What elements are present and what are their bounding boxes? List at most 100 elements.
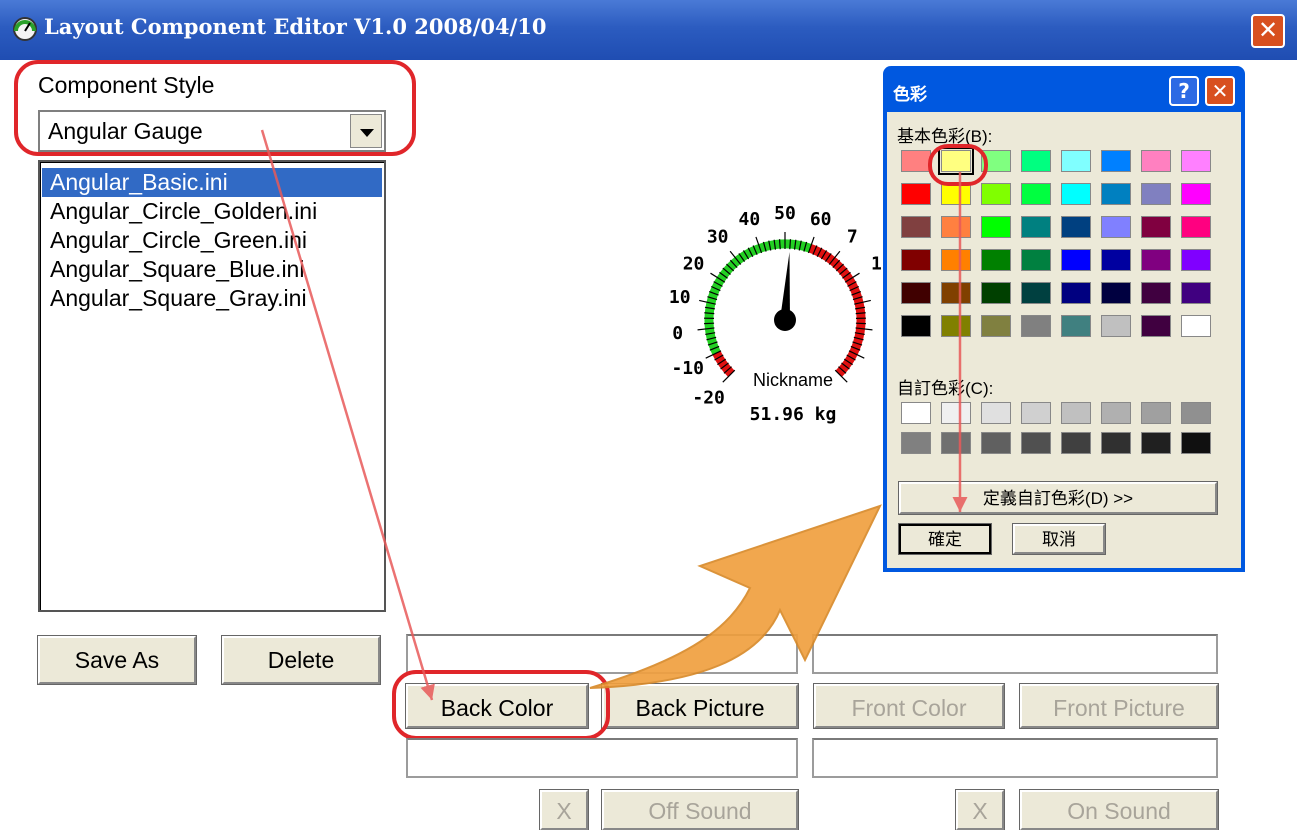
basic-color-swatch[interactable] — [901, 183, 931, 205]
basic-color-swatch[interactable] — [1061, 315, 1091, 337]
basic-color-swatch[interactable] — [1101, 315, 1131, 337]
file-list-item[interactable]: Angular_Square_Gray.ini — [42, 284, 382, 313]
basic-color-swatch[interactable] — [1101, 249, 1131, 271]
basic-color-swatch[interactable] — [1061, 216, 1091, 238]
basic-color-swatch[interactable] — [1181, 282, 1211, 304]
title-bar: Layout Component Editor V1.0 2008/04/10 … — [0, 0, 1297, 60]
basic-color-swatch[interactable] — [1181, 150, 1211, 172]
delete-button[interactable]: Delete — [221, 635, 381, 685]
basic-color-swatch[interactable] — [1101, 216, 1131, 238]
ini-file-list[interactable]: Angular_Basic.ini Angular_Circle_Golden.i… — [38, 160, 386, 612]
basic-color-swatch[interactable] — [1181, 315, 1211, 337]
basic-color-swatch[interactable] — [941, 315, 971, 337]
basic-color-swatch[interactable] — [1101, 150, 1131, 172]
basic-color-swatch[interactable] — [901, 150, 931, 172]
custom-color-swatch[interactable] — [1181, 432, 1211, 454]
gauge-tick-label: 1 — [871, 254, 882, 275]
gauge-tick-label: 20 — [683, 254, 705, 275]
custom-color-swatch[interactable] — [1061, 432, 1091, 454]
color-dialog: 色彩 ? ✕ 基本色彩(B): 自訂色彩(C): 定義自訂色彩(D) >> 確定… — [883, 66, 1245, 572]
basic-color-swatch[interactable] — [1021, 216, 1051, 238]
gauge-range-band — [808, 244, 866, 377]
basic-color-swatch[interactable] — [1061, 282, 1091, 304]
basic-color-swatch[interactable] — [1101, 183, 1131, 205]
basic-color-swatch[interactable] — [1061, 183, 1091, 205]
gauge-tick-label: 0 — [672, 323, 683, 344]
custom-color-swatch[interactable] — [941, 402, 971, 424]
color-dialog-title: 色彩 — [893, 85, 927, 105]
save-as-button[interactable]: Save As — [37, 635, 197, 685]
file-list-item[interactable]: Angular_Circle_Green.ini — [42, 226, 382, 255]
file-list-item[interactable]: Angular_Basic.ini — [42, 168, 382, 197]
custom-color-swatch[interactable] — [901, 432, 931, 454]
basic-color-swatch[interactable] — [941, 249, 971, 271]
basic-color-swatch[interactable] — [901, 216, 931, 238]
basic-color-swatch[interactable] — [1141, 183, 1171, 205]
basic-color-swatch[interactable] — [901, 282, 931, 304]
basic-color-swatch[interactable] — [981, 183, 1011, 205]
basic-color-swatch[interactable] — [1021, 315, 1051, 337]
basic-color-swatch[interactable] — [941, 216, 971, 238]
file-list-item[interactable]: Angular_Square_Blue.ini — [42, 255, 382, 284]
ok-button[interactable]: 確定 — [898, 523, 992, 555]
custom-color-swatch[interactable] — [981, 402, 1011, 424]
basic-color-swatch[interactable] — [1181, 216, 1211, 238]
basic-color-swatch[interactable] — [941, 282, 971, 304]
basic-color-swatch[interactable] — [1021, 150, 1051, 172]
custom-color-swatch[interactable] — [1061, 402, 1091, 424]
basic-color-swatch[interactable] — [1101, 282, 1131, 304]
gauge-hub — [774, 309, 796, 331]
basic-color-swatch[interactable] — [1181, 183, 1211, 205]
clear-on-sound-button[interactable]: X — [955, 789, 1005, 830]
annotation-orange-arrow — [589, 504, 882, 689]
basic-color-swatch[interactable] — [1141, 150, 1171, 172]
custom-color-swatch[interactable] — [1181, 402, 1211, 424]
gauge-tick — [789, 239, 792, 250]
cancel-button[interactable]: 取消 — [1012, 523, 1106, 555]
basic-color-swatch[interactable] — [1181, 249, 1211, 271]
custom-color-swatch[interactable] — [1101, 432, 1131, 454]
on-sound-button[interactable]: On Sound — [1019, 789, 1219, 830]
basic-color-swatch[interactable] — [1061, 150, 1091, 172]
basic-color-swatch[interactable] — [981, 315, 1011, 337]
define-custom-colors-button[interactable]: 定義自訂色彩(D) >> — [898, 481, 1218, 515]
basic-color-swatch[interactable] — [1141, 282, 1171, 304]
on-sound-field[interactable] — [812, 738, 1218, 778]
basic-color-swatch[interactable] — [1021, 249, 1051, 271]
annotation-highlight-style — [14, 60, 416, 156]
custom-color-swatch[interactable] — [1101, 402, 1131, 424]
basic-color-swatch[interactable] — [901, 249, 931, 271]
custom-color-swatch[interactable] — [901, 402, 931, 424]
basic-color-swatch[interactable] — [1021, 183, 1051, 205]
custom-color-swatch[interactable] — [941, 432, 971, 454]
basic-color-swatch[interactable] — [1141, 315, 1171, 337]
basic-color-swatch[interactable] — [981, 216, 1011, 238]
off-sound-button[interactable]: Off Sound — [601, 789, 799, 830]
gauge-tick-label: 7 — [847, 227, 858, 248]
close-window-button[interactable]: ✕ — [1251, 14, 1285, 48]
custom-color-swatch[interactable] — [1141, 432, 1171, 454]
gauge-tick-label: 30 — [707, 227, 729, 248]
front-picture-button[interactable]: Front Picture — [1019, 683, 1219, 729]
basic-color-swatch[interactable] — [1141, 249, 1171, 271]
basic-color-swatch[interactable] — [1021, 282, 1051, 304]
off-sound-field[interactable] — [406, 738, 798, 778]
custom-color-swatch[interactable] — [1021, 432, 1051, 454]
file-list-item[interactable]: Angular_Circle_Golden.ini — [42, 197, 382, 226]
help-button[interactable]: ? — [1169, 76, 1199, 106]
gauge-name: Nickname — [753, 370, 833, 390]
basic-color-swatch[interactable] — [1061, 249, 1091, 271]
basic-color-swatch[interactable] — [981, 249, 1011, 271]
close-dialog-button[interactable]: ✕ — [1205, 76, 1235, 106]
basic-color-swatch[interactable] — [981, 282, 1011, 304]
custom-color-swatch[interactable] — [1021, 402, 1051, 424]
basic-color-swatch[interactable] — [941, 183, 971, 205]
clear-off-sound-button[interactable]: X — [539, 789, 589, 830]
gauge-tick-label: -20 — [692, 387, 725, 408]
basic-color-swatch[interactable] — [901, 315, 931, 337]
gauge-range-band — [704, 239, 812, 355]
basic-color-swatch[interactable] — [1141, 216, 1171, 238]
custom-color-swatch[interactable] — [1141, 402, 1171, 424]
gauge-tick-label: 60 — [810, 209, 832, 230]
custom-color-swatch[interactable] — [981, 432, 1011, 454]
